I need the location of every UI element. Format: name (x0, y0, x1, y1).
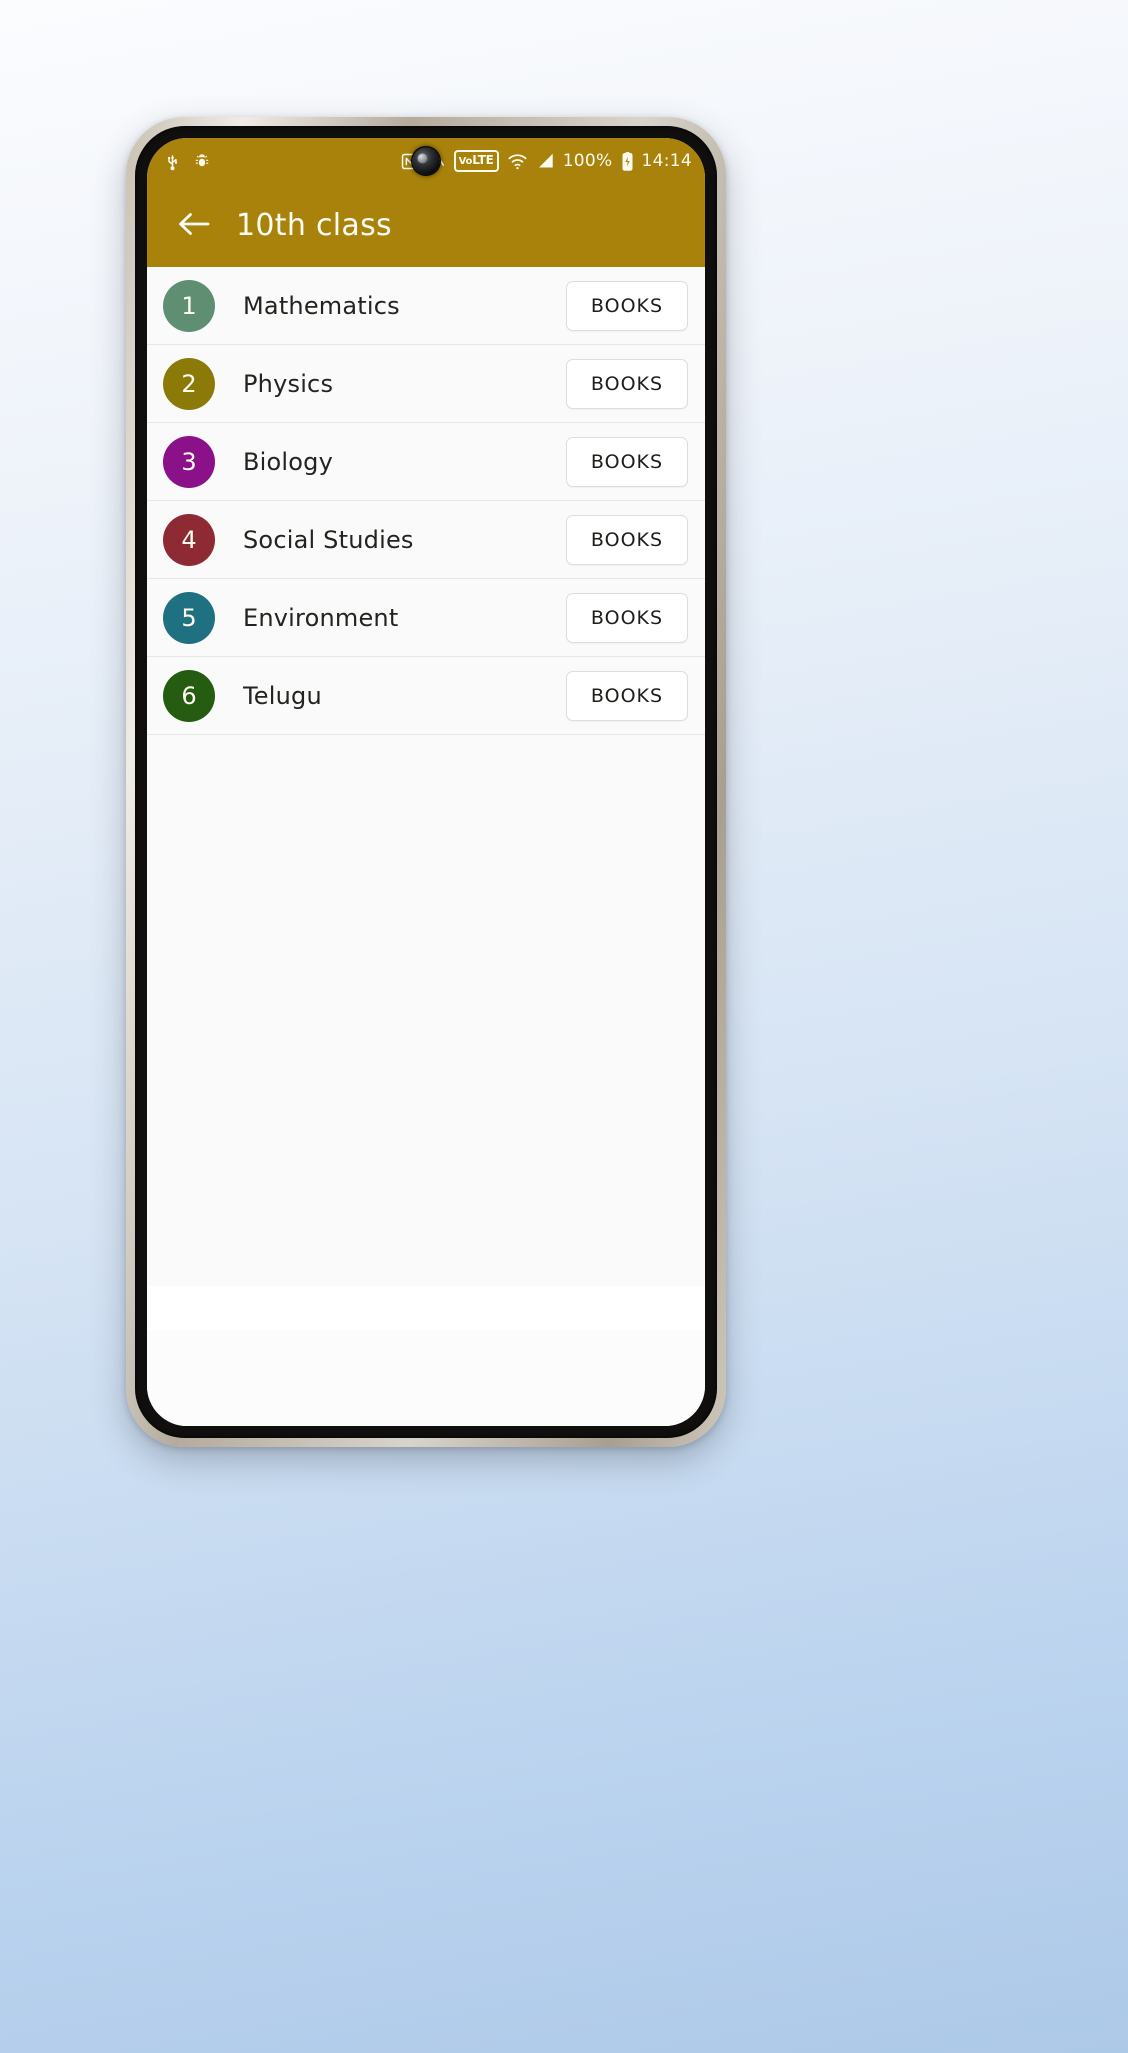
list-item[interactable]: 1 Mathematics BOOKS (147, 267, 705, 345)
avatar-index-label: 1 (181, 291, 197, 320)
back-button[interactable] (172, 204, 216, 248)
list-item[interactable]: 2 Physics BOOKS (147, 345, 705, 423)
avatar-index-label: 5 (181, 603, 197, 632)
books-button[interactable]: BOOKS (566, 436, 688, 487)
books-button[interactable]: BOOKS (566, 670, 688, 721)
avatar-index-label: 4 (181, 525, 197, 554)
android-debug-bug-icon (193, 152, 211, 170)
list-bottom-padding (147, 1272, 705, 1286)
status-bar-right-icons: VoLTE 100% 14:14 (400, 150, 692, 172)
avatar-index-label: 6 (181, 681, 197, 710)
avatar: 1 (163, 279, 215, 332)
avatar: 2 (163, 357, 215, 410)
list-item[interactable]: 6 Telugu BOOKS (147, 657, 705, 735)
subject-name-label: Telugu (243, 681, 322, 710)
battery-charging-icon (621, 151, 634, 172)
avatar-index-label: 3 (181, 447, 197, 476)
avatar-index-label: 2 (181, 369, 197, 398)
subject-name-label: Biology (243, 447, 334, 476)
avatar: 4 (163, 513, 215, 566)
front-camera-punch-hole (412, 147, 440, 175)
volte-badge: VoLTE (453, 150, 499, 172)
subject-name-label: Mathematics (243, 291, 400, 320)
books-button[interactable]: BOOKS (566, 280, 688, 331)
avatar: 5 (163, 591, 215, 644)
status-bar-left-icons (163, 152, 211, 171)
clock-label: 14:14 (641, 151, 692, 171)
subject-list: 1 Mathematics BOOKS 2 Physics BOOKS 3 Bi… (147, 267, 705, 1272)
avatar: 3 (163, 435, 215, 488)
avatar: 6 (163, 669, 215, 722)
system-navigation-bar[interactable] (147, 1286, 705, 1330)
books-button[interactable]: BOOKS (566, 358, 688, 409)
screen-bottom-area (147, 1330, 705, 1426)
subject-name-label: Social Studies (243, 525, 414, 554)
usb-icon (163, 152, 182, 171)
app-bar: 10th class (147, 184, 705, 267)
subject-name-label: Environment (243, 603, 399, 632)
subject-name-label: Physics (243, 369, 334, 398)
books-button[interactable]: BOOKS (566, 514, 688, 565)
list-item[interactable]: 3 Biology BOOKS (147, 423, 705, 501)
volte-vo-text: Vo (458, 156, 473, 167)
battery-percent-label: 100% (562, 151, 613, 171)
wifi-icon (507, 152, 528, 171)
arrow-left-icon (176, 209, 212, 243)
phone-screen: VoLTE 100% 14:14 10th class 1 Mathematic… (147, 138, 705, 1426)
status-bar: VoLTE 100% 14:14 (147, 138, 705, 184)
list-item[interactable]: 5 Environment BOOKS (147, 579, 705, 657)
page-title: 10th class (236, 208, 392, 243)
cellular-signal-icon (536, 152, 555, 170)
volte-lte-text: LTE (472, 153, 494, 167)
books-button[interactable]: BOOKS (566, 592, 688, 643)
phone-device: VoLTE 100% 14:14 10th class 1 Mathematic… (126, 117, 726, 1447)
list-item[interactable]: 4 Social Studies BOOKS (147, 501, 705, 579)
